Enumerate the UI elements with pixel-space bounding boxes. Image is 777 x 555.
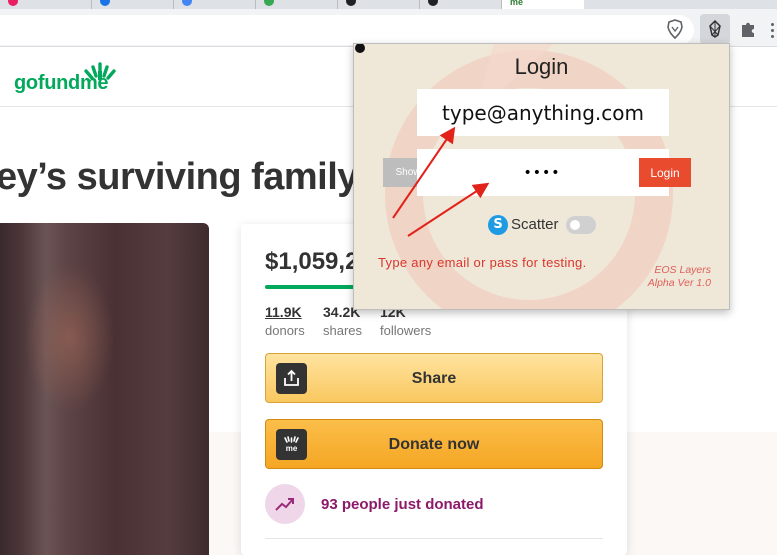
stat-donors[interactable]: 11.9K donors bbox=[265, 304, 305, 338]
tab-favicon-icon bbox=[182, 0, 192, 6]
logo-sprout-icon bbox=[84, 62, 116, 80]
address-bar[interactable] bbox=[0, 15, 694, 45]
campaign-photo bbox=[0, 223, 209, 555]
puzzle-icon bbox=[742, 22, 754, 37]
browser-tab[interactable] bbox=[420, 0, 502, 9]
scatter-toggle[interactable] bbox=[566, 216, 596, 234]
tab-favicon-icon bbox=[346, 0, 356, 6]
stat-value: 11.9K bbox=[265, 304, 302, 320]
version-info: EOS Layers Alpha Ver 1.0 bbox=[648, 264, 711, 290]
login-button[interactable]: Login bbox=[639, 158, 691, 187]
share-button-label: Share bbox=[411, 370, 457, 387]
scatter-label: Scatter bbox=[511, 216, 559, 233]
donate-now-button[interactable]: me Donate now bbox=[265, 419, 603, 469]
extensions-button[interactable] bbox=[733, 14, 763, 44]
testing-hint: Type any email or pass for testing. bbox=[378, 255, 587, 270]
brave-shield-icon[interactable] bbox=[666, 19, 684, 39]
eos-logo-icon bbox=[709, 20, 721, 38]
recent-donations-text: 93 people just donated bbox=[321, 496, 484, 513]
scatter-icon: S bbox=[488, 215, 508, 235]
tab-favicon-icon bbox=[264, 0, 274, 6]
tab-favicon-icon bbox=[100, 0, 110, 6]
email-input[interactable] bbox=[417, 89, 669, 136]
stat-label: shares bbox=[323, 323, 363, 338]
browser-tab-strip: me bbox=[0, 0, 777, 9]
version-product: EOS Layers bbox=[654, 264, 711, 276]
share-button[interactable]: Share bbox=[265, 353, 603, 403]
amount-raised: $1,059,2 bbox=[265, 248, 359, 275]
browser-tab[interactable] bbox=[0, 0, 92, 9]
trending-icon bbox=[265, 484, 305, 524]
browser-menu-icon[interactable] bbox=[771, 23, 775, 39]
version-number: Alpha Ver 1.0 bbox=[647, 277, 711, 289]
password-field[interactable] bbox=[417, 149, 669, 196]
browser-tab[interactable] bbox=[174, 0, 256, 9]
browser-tab-active[interactable]: me bbox=[502, 0, 584, 9]
browser-tab[interactable] bbox=[256, 0, 338, 9]
tab-title: me bbox=[510, 0, 524, 7]
password-input[interactable] bbox=[487, 159, 597, 186]
tab-favicon-icon bbox=[8, 0, 18, 6]
popup-title: Login bbox=[514, 54, 569, 79]
stat-label: donors bbox=[265, 323, 305, 338]
campaign-title: ey’s surviving family bbox=[0, 156, 358, 198]
donate-button-label: Donate now bbox=[388, 436, 480, 453]
eos-layers-login-popup: Login Show Login S Scatter Type any emai… bbox=[353, 43, 730, 310]
stat-label: followers bbox=[380, 323, 432, 338]
card-divider bbox=[265, 538, 603, 539]
tab-favicon-icon bbox=[428, 0, 438, 6]
browser-tab[interactable] bbox=[338, 0, 420, 9]
browser-tab[interactable] bbox=[92, 0, 174, 9]
browser-toolbar bbox=[0, 9, 777, 47]
eos-layers-extension-button[interactable] bbox=[700, 14, 730, 44]
